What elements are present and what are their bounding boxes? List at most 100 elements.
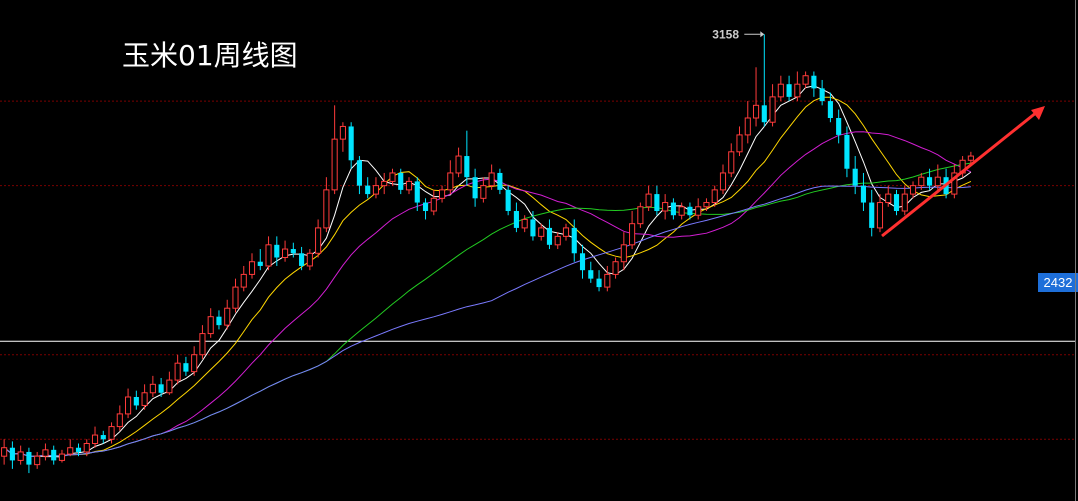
candle-body-up	[719, 172, 727, 191]
candle-body-down	[100, 435, 106, 440]
candle-body-up	[909, 185, 917, 195]
candle-body-up	[538, 227, 545, 237]
candle-body-down	[26, 451, 32, 465]
current-price-label: 2432	[1038, 273, 1078, 292]
candle-body-down	[497, 172, 503, 190]
candle-body-down	[133, 397, 139, 406]
candle-body-up	[736, 134, 743, 153]
candle-body-up	[620, 244, 627, 263]
candle-body-up	[554, 235, 561, 246]
candle-body-up	[637, 206, 644, 225]
candle-body-up	[149, 383, 156, 394]
candle-body-up	[306, 252, 313, 267]
candle-body-up	[58, 453, 66, 461]
candle-body-up	[199, 333, 206, 356]
candle-body-up	[802, 75, 809, 85]
candle-body-up	[744, 117, 751, 136]
candle-body-up	[91, 434, 99, 444]
candle-body-down	[414, 181, 420, 203]
candle-body-up	[166, 379, 173, 394]
candle-body-down	[299, 253, 305, 266]
candle-body-down	[356, 160, 362, 186]
candle-body-up	[430, 197, 437, 212]
candle-body-down	[472, 177, 478, 199]
candle-body-up	[116, 413, 123, 428]
candle-body-up	[604, 273, 611, 288]
candle-body-down	[398, 172, 404, 190]
candle-body-up	[339, 125, 346, 140]
candle-body-up	[381, 180, 388, 187]
candle-body-down	[852, 168, 858, 186]
candle-body-up	[521, 218, 528, 229]
candle-body-down	[926, 177, 933, 186]
candle-body-up	[1, 447, 8, 457]
candle-body-down	[158, 384, 164, 393]
candle-body-up	[34, 455, 41, 466]
candle-body-up	[752, 104, 760, 119]
candle-body-up	[488, 172, 495, 187]
candle-body-down	[464, 156, 470, 178]
candle-body-up	[876, 202, 884, 229]
candle-body-down	[819, 88, 825, 102]
candle-body-down	[365, 185, 371, 195]
candle-body-down	[183, 363, 189, 372]
candle-body-down	[596, 278, 602, 288]
candle-body-up	[125, 396, 132, 415]
candle-body-up	[331, 138, 338, 191]
candle-body-up	[918, 176, 925, 187]
candle-body-up	[934, 176, 941, 187]
candle-body-up	[438, 189, 446, 199]
candle-body-up	[794, 83, 801, 98]
candle-body-up	[967, 155, 974, 161]
candle-body-up	[232, 286, 239, 309]
candle-body-down	[257, 261, 263, 266]
candle-body-down	[274, 244, 280, 258]
candle-body-up	[372, 185, 380, 195]
candle-body-down	[869, 202, 875, 228]
candle-body-down	[811, 75, 817, 89]
candle-body-up	[629, 223, 636, 246]
candle-body-down	[860, 185, 867, 203]
candle-body-up	[191, 354, 198, 373]
candle-body-down	[546, 227, 553, 245]
candle-body-up	[662, 202, 669, 212]
candle-body-down	[893, 194, 900, 211]
candle-body-down	[844, 134, 850, 169]
chart-title: 玉米01周线图	[122, 39, 298, 72]
candle-body-down	[579, 253, 586, 271]
candle-body-up	[248, 261, 256, 275]
candle-body-up	[265, 244, 272, 267]
candle-body-down	[422, 202, 429, 211]
candle-body-down	[588, 270, 594, 279]
candle-body-up	[901, 193, 908, 212]
candle-body-down	[51, 449, 57, 461]
candle-body-up	[885, 193, 892, 204]
candle-body-up	[389, 172, 396, 182]
candle-body-up	[83, 443, 90, 453]
candle-body-up	[703, 202, 710, 208]
candle-body-up	[207, 316, 214, 335]
candle-body-down	[290, 249, 296, 254]
high-price-label: 3158	[712, 27, 739, 41]
candle-body-up	[769, 96, 776, 123]
candle-body-down	[513, 211, 519, 228]
candle-body-down	[505, 189, 511, 211]
candle-body-up	[67, 447, 74, 455]
candle-body-down	[75, 447, 82, 452]
candlestick-chart: 3158	[0, 0, 1078, 501]
candle-body-down	[9, 447, 15, 461]
candle-body-up	[141, 392, 148, 406]
candle-body-up	[282, 248, 289, 259]
candle-body-up	[480, 185, 487, 199]
candle-body-up	[405, 180, 413, 191]
candle-body-up	[42, 449, 49, 457]
candle-body-up	[17, 451, 24, 461]
candle-body-down	[670, 202, 676, 216]
candle-body-down	[530, 219, 536, 237]
candle-body-up	[224, 307, 231, 326]
candle-body-up	[728, 151, 735, 174]
candle-body-down	[687, 206, 693, 216]
candle-body-up	[323, 189, 330, 229]
candle-body-up	[678, 206, 685, 216]
candle-body-up	[315, 227, 322, 254]
